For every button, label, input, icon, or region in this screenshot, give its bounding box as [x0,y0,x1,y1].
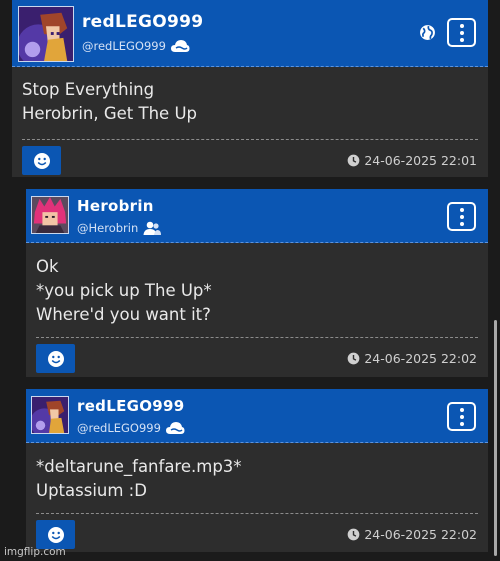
globe-icon [419,24,436,41]
timestamp: 24-06-2025 22:02 [347,527,477,542]
comment-line: Stop Everything [22,80,155,99]
user-handle: @Herobrin [77,220,162,236]
timestamp: 24-06-2025 22:01 [347,153,477,168]
comment-line: *deltarune_fanfare.mp3* [36,457,242,476]
clock-icon [348,528,360,541]
more-options-button[interactable] [447,402,476,431]
comment-body: Ok *you pick up The Up* Where'd you want… [26,243,488,337]
handle-text: @Herobrin [77,221,139,235]
timestamp-text: 24-06-2025 22:01 [364,153,477,168]
watermark: imgflip.com [4,546,66,558]
handle-text: @redLEGO999 [77,421,161,435]
more-vertical-icon [459,407,464,412]
reply-card: Herobrin @Herobrin Ok *you pick up The U… [26,189,488,377]
comment-line: Uptassium :D [36,481,147,500]
comment-body: *deltarune_fanfare.mp3* Uptassium :D [26,443,488,513]
scrollbar[interactable] [494,320,497,556]
comment-footer: 24-06-2025 22:02 [26,514,488,550]
comment-line: Ok [36,257,59,276]
comment-footer: 24-06-2025 22:02 [26,338,488,374]
smiley-icon [47,350,64,367]
comment-footer: 24-06-2025 22:01 [12,140,488,176]
clock-icon [348,154,360,167]
user-handle: @redLEGO999 [77,420,185,436]
comment-body: Stop Everything Herobrin, Get The Up [12,67,488,139]
username[interactable]: Herobrin [77,197,154,215]
comment-line: *you pick up The Up* [36,281,212,300]
comment-header: redLEGO999 @redLEGO999 [26,389,488,443]
more-vertical-icon [459,207,464,212]
timestamp-text: 24-06-2025 22:02 [364,527,477,542]
handle-text: @redLEGO999 [82,39,166,53]
react-button[interactable] [36,344,75,373]
react-button[interactable] [36,520,75,549]
comment-card: redLEGO999 @redLEGO999 Stop Everything H… [12,0,488,177]
comment-header: redLEGO999 @redLEGO999 [12,0,488,67]
username[interactable]: redLEGO999 [82,12,203,32]
more-vertical-icon [459,23,464,28]
cloud-icon [165,420,185,436]
clock-icon [348,352,360,365]
more-options-button[interactable] [447,202,476,231]
react-button[interactable] [22,146,61,175]
timestamp-text: 24-06-2025 22:02 [364,351,477,366]
cloud-icon [170,38,190,54]
reply-card: redLEGO999 @redLEGO999 *deltarune_fanfar… [26,389,488,552]
users-icon [142,220,162,236]
avatar[interactable] [31,396,69,434]
timestamp: 24-06-2025 22:02 [347,351,477,366]
comment-line: Where'd you want it? [36,305,211,324]
smiley-icon [33,152,50,169]
avatar[interactable] [18,6,74,62]
smiley-icon [47,526,64,543]
comment-header: Herobrin @Herobrin [26,189,488,243]
comment-line: Herobrin, Get The Up [22,104,197,123]
username[interactable]: redLEGO999 [77,397,185,415]
user-handle: @redLEGO999 [82,38,190,54]
more-options-button[interactable] [447,18,476,47]
avatar[interactable] [31,196,69,234]
